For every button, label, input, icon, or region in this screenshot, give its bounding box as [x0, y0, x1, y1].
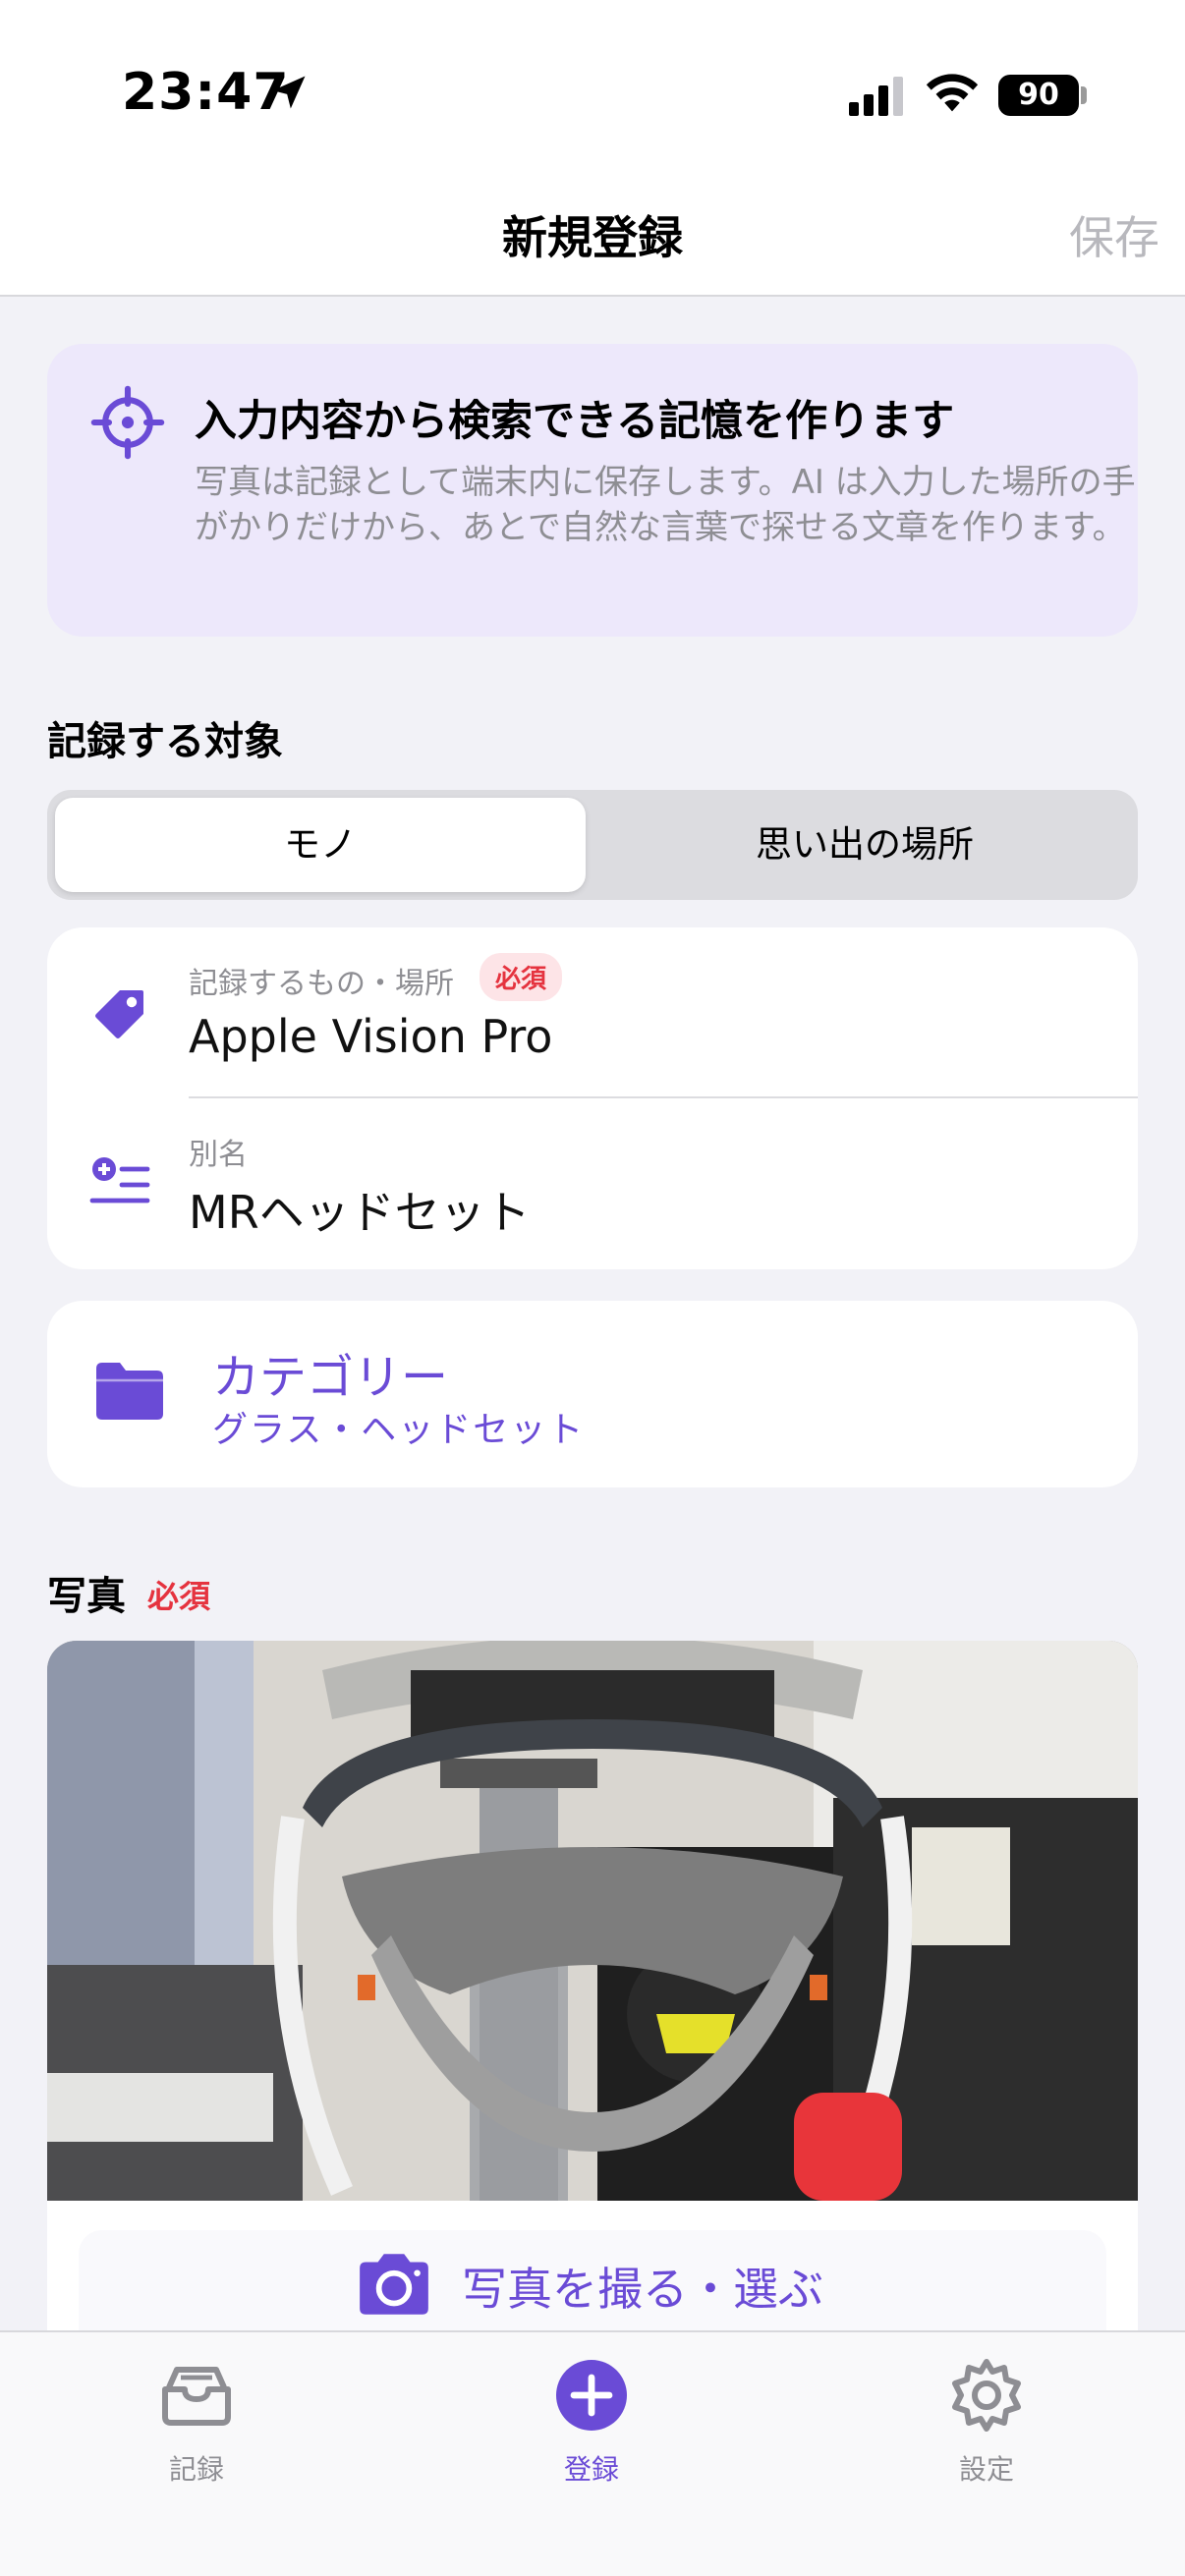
gear-icon	[952, 2359, 1021, 2432]
photo-section-label: 写真	[47, 1574, 126, 1619]
tray-icon	[162, 2367, 231, 2426]
save-button[interactable]: 保存	[1069, 202, 1159, 267]
segment-memory-place[interactable]: 思い出の場所	[599, 798, 1130, 892]
alias-field-label: 別名	[189, 1138, 248, 1172]
field-divider	[189, 1096, 1138, 1098]
tab-records-label: 記録	[168, 2453, 224, 2486]
photo-required-label: 必須	[147, 1578, 211, 1615]
take-photo-label: 写真を撮る・選ぶ	[462, 2263, 823, 2316]
photo-preview	[47, 1641, 1138, 2201]
add-list-icon	[89, 1157, 150, 1204]
name-field-label: 記録するもの・場所	[189, 967, 454, 1001]
tab-settings-label: 設定	[958, 2453, 1014, 2486]
camera-icon	[360, 2254, 428, 2315]
alias-field[interactable]: MRヘッドセット	[189, 1177, 531, 1242]
battery-tip	[1081, 86, 1087, 104]
tab-records[interactable]: 記録	[98, 2332, 295, 2490]
cellular-signal-icon	[849, 77, 903, 116]
tab-bar: 記録 登録 設定	[0, 2330, 1185, 2576]
tag-icon	[95, 990, 143, 1038]
target-section-label: 記録する対象	[47, 719, 283, 764]
segment-object[interactable]: モノ	[55, 798, 586, 892]
fields-card: 記録するもの・場所 必須 Apple Vision Pro 別名 MRヘッドセッ…	[47, 927, 1138, 1269]
info-banner: 入力内容から検索できる記憶を作ります 写真は記録として端末内に保存します。AI …	[47, 344, 1138, 637]
page-title: 新規登録	[502, 211, 683, 264]
category-title: カテゴリー	[212, 1350, 449, 1405]
tab-settings[interactable]: 設定	[888, 2332, 1085, 2490]
plus-circle-icon	[556, 2360, 627, 2431]
crosshair-icon	[90, 385, 165, 460]
banner-title: 入力内容から検索できる記憶を作ります	[195, 397, 955, 446]
folder-icon	[96, 1363, 163, 1420]
tab-register[interactable]: 登録	[493, 2332, 690, 2490]
status-time: 23:47	[122, 63, 290, 122]
headset-photo-image	[47, 1641, 1138, 2201]
battery-icon: 90	[998, 75, 1079, 116]
required-badge: 必須	[480, 953, 563, 1001]
category-value: グラス・ヘッドセット	[212, 1410, 586, 1450]
wifi-icon	[926, 74, 979, 112]
banner-text: 写真は記録として端末内に保存します。AI は入力した場所の手がかりだけから、あと…	[195, 463, 1136, 547]
take-photo-button[interactable]: 写真を撮る・選ぶ	[79, 2230, 1106, 2338]
tab-register-label: 登録	[563, 2453, 619, 2486]
category-row[interactable]: カテゴリー グラス・ヘッドセット	[47, 1301, 1138, 1487]
target-segmented-control: モノ 思い出の場所	[47, 790, 1138, 900]
nav-bar: 新規登録 保存	[0, 177, 1185, 297]
location-arrow-icon	[272, 76, 306, 109]
name-field[interactable]: Apple Vision Pro	[189, 1010, 552, 1063]
status-bar: 23:47 90	[0, 0, 1185, 177]
